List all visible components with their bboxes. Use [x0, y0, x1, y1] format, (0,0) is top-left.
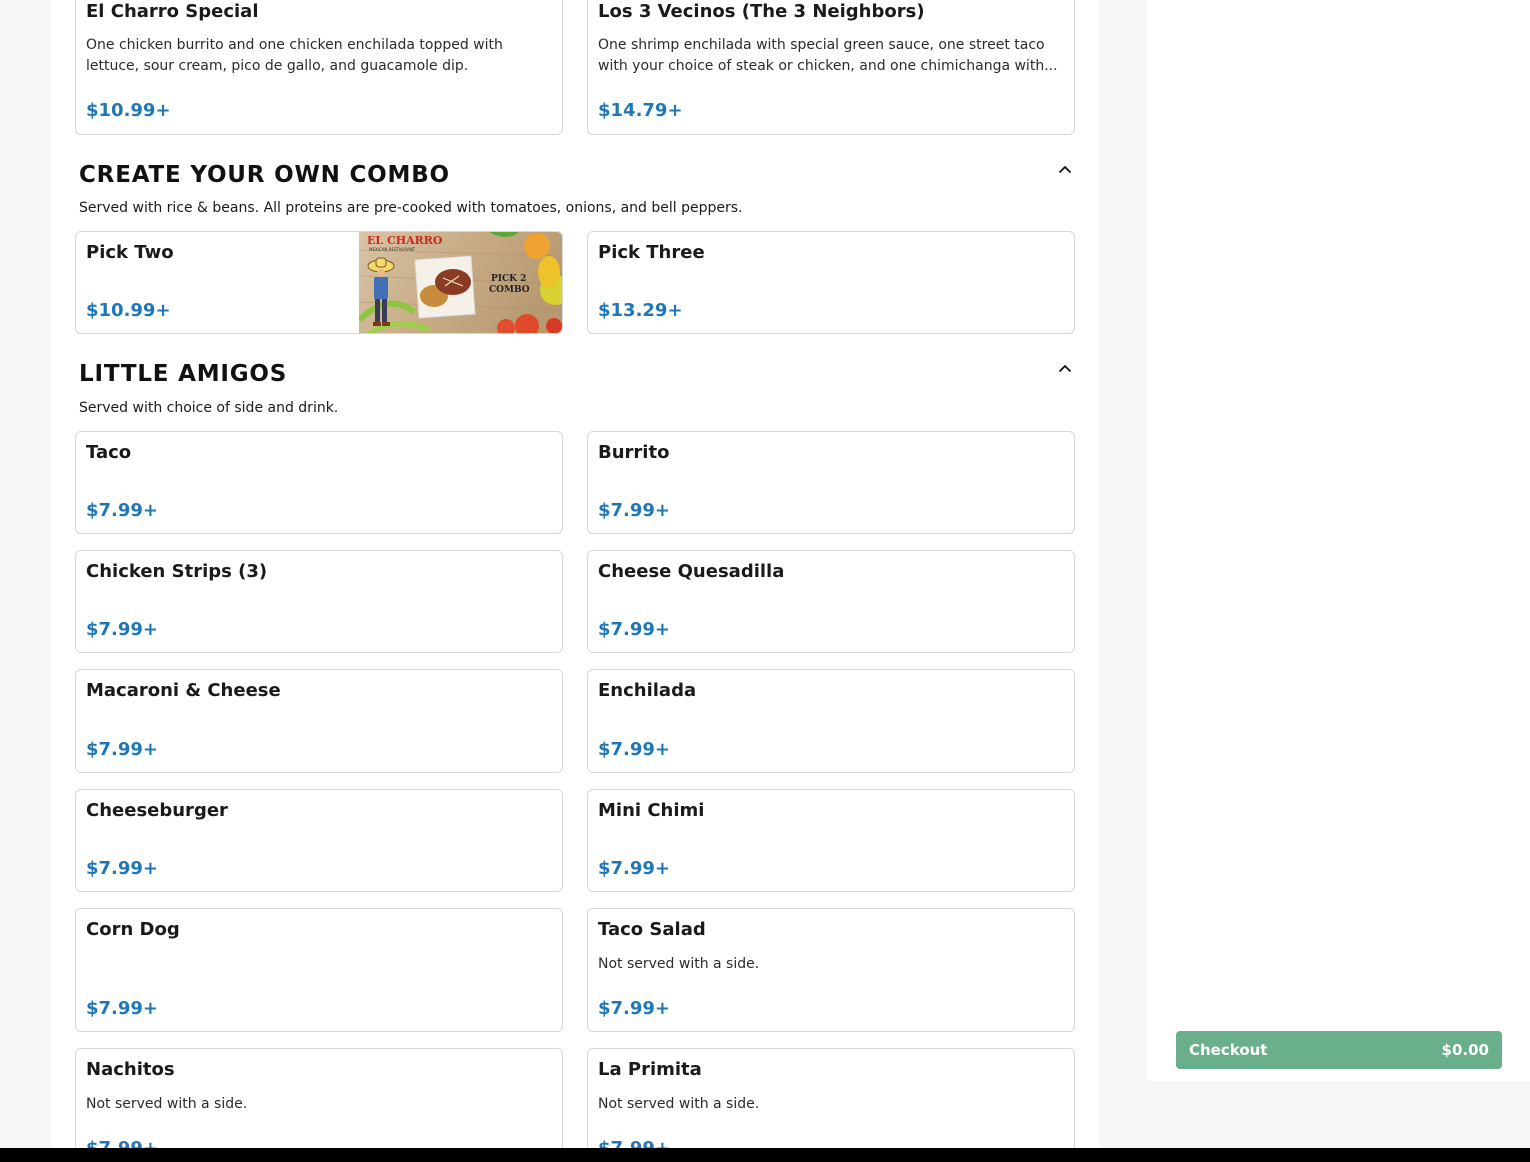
image-tagline-text: MEXICAN RESTAURANT [369, 247, 416, 252]
menu-item-description: One chicken burrito and one chicken ench… [86, 37, 503, 74]
menu-item-price: $10.99+ [86, 300, 171, 321]
collapse-section-button[interactable] [1054, 158, 1076, 180]
menu-item-description: One shrimp enchilada with special green … [598, 37, 1058, 74]
checkout-total: $0.00 [1441, 1041, 1489, 1059]
menu-item-name: Taco [86, 442, 132, 463]
image-label-line2: COMBO [489, 285, 530, 295]
menu-item-card[interactable]: Chicken Strips (3) $7.99+ [75, 550, 563, 653]
menu-item-name: Los 3 Vecinos (The 3 Neighbors) [598, 1, 925, 22]
menu-item-name: Taco Salad [598, 919, 706, 940]
menu-item-description: Not served with a side. [598, 956, 760, 972]
menu-item-card[interactable]: La Primita Not served with a side. $7.99… [587, 1048, 1075, 1162]
menu-item-name: Cheeseburger [86, 800, 228, 821]
menu-column: El Charro Special One chicken burrito an… [51, 0, 1099, 1162]
menu-item-card[interactable]: Burrito $7.99+ [587, 431, 1075, 534]
menu-item-name: El Charro Special [86, 1, 259, 22]
collapse-section-button[interactable] [1054, 357, 1076, 379]
menu-item-name: Macaroni & Cheese [86, 680, 281, 701]
menu-item-card[interactable]: Mini Chimi $7.99+ [587, 789, 1075, 892]
menu-item-image: EL CHARRO MEXICAN RESTAURANT PICK 2 COMB… [359, 232, 562, 333]
image-label-line1: PICK 2 [491, 274, 526, 284]
section-title-create-combo: CREATE YOUR OWN COMBO [79, 162, 450, 188]
menu-item-price: $10.99+ [86, 100, 171, 121]
menu-item-name: Pick Two [86, 242, 174, 263]
menu-item-price: $7.99+ [598, 619, 671, 640]
menu-item-price: $7.99+ [86, 998, 159, 1019]
menu-item-name: Pick Three [598, 242, 705, 263]
menu-item-card[interactable]: Corn Dog $7.99+ [75, 908, 563, 1032]
checkout-button[interactable]: Checkout $0.00 [1176, 1031, 1502, 1069]
checkout-label: Checkout [1189, 1041, 1268, 1059]
bottom-bar [0, 1148, 1530, 1162]
menu-item-card[interactable]: Los 3 Vecinos (The 3 Neighbors) One shri… [587, 0, 1075, 135]
cart-panel [1147, 0, 1530, 1081]
menu-item-price: $7.99+ [598, 739, 671, 760]
chevron-up-icon [1058, 165, 1072, 173]
menu-item-price: $7.99+ [86, 619, 159, 640]
menu-item-name: Enchilada [598, 680, 697, 701]
menu-item-card[interactable]: Taco $7.99+ [75, 431, 563, 534]
menu-item-description: Not served with a side. [86, 1096, 248, 1112]
menu-item-card[interactable]: Taco Salad Not served with a side. $7.99… [587, 908, 1075, 1032]
menu-item-description: Not served with a side. [598, 1096, 760, 1112]
menu-item-name: Corn Dog [86, 919, 180, 940]
menu-item-card[interactable]: El Charro Special One chicken burrito an… [75, 0, 563, 135]
menu-item-price: $7.99+ [598, 998, 671, 1019]
menu-item-price: $14.79+ [598, 100, 683, 121]
section-title-little-amigos: LITTLE AMIGOS [79, 361, 288, 387]
menu-item-price: $7.99+ [598, 858, 671, 879]
image-brand-text: EL CHARRO [367, 234, 443, 247]
menu-item-card[interactable]: Pick Two $10.99+ EL CHARRO MEXICAN RESTA… [75, 231, 563, 334]
menu-item-card[interactable]: Cheese Quesadilla $7.99+ [587, 550, 1075, 653]
section-subtitle-create-combo: Served with rice & beans. All proteins a… [79, 200, 743, 216]
menu-item-price: $7.99+ [86, 858, 159, 879]
menu-item-card[interactable]: Nachitos Not served with a side. $7.99+ [75, 1048, 563, 1162]
menu-item-price: $7.99+ [86, 500, 159, 521]
menu-item-name: Mini Chimi [598, 800, 705, 821]
menu-item-card[interactable]: Enchilada $7.99+ [587, 669, 1075, 773]
menu-item-name: Chicken Strips (3) [86, 561, 268, 582]
menu-item-price: $7.99+ [86, 739, 159, 760]
chevron-up-icon [1058, 364, 1072, 372]
menu-item-card[interactable]: Pick Three $13.29+ [587, 231, 1075, 334]
menu-item-card[interactable]: Macaroni & Cheese $7.99+ [75, 669, 563, 773]
menu-item-card[interactable]: Cheeseburger $7.99+ [75, 789, 563, 892]
menu-item-name: La Primita [598, 1059, 702, 1080]
menu-item-name: Nachitos [86, 1059, 175, 1080]
section-subtitle-little-amigos: Served with choice of side and drink. [79, 400, 339, 416]
menu-item-price: $7.99+ [598, 500, 671, 521]
menu-item-price: $13.29+ [598, 300, 683, 321]
menu-item-name: Burrito [598, 442, 670, 463]
menu-item-name: Cheese Quesadilla [598, 561, 785, 582]
